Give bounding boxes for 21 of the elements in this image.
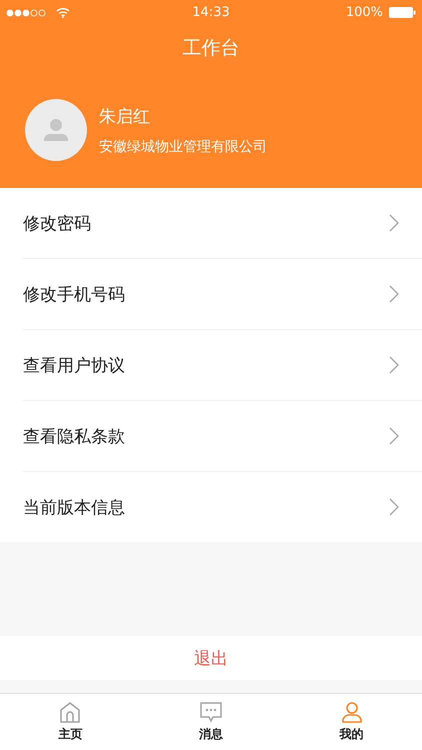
menu-item[interactable]: 查看隐私条款 bbox=[23, 401, 422, 472]
tab-bar-item[interactable]: 主页 bbox=[0, 694, 141, 750]
chevron-right-icon bbox=[389, 285, 399, 303]
menu-item[interactable]: 查看用户协议 bbox=[23, 330, 422, 401]
battery-percent: 100% bbox=[346, 5, 383, 20]
menu-item[interactable]: 修改手机号码 bbox=[23, 259, 422, 330]
chevron-right-icon bbox=[389, 214, 399, 232]
tab-bar-item[interactable]: 我的 bbox=[281, 694, 422, 750]
wifi-icon bbox=[56, 7, 70, 18]
user-name: 朱启红 bbox=[99, 106, 151, 128]
avatar-icon bbox=[25, 99, 87, 161]
menu-item[interactable]: 当前版本信息 bbox=[23, 472, 422, 542]
company-name: 安徽绿城物业管理有限公司 bbox=[99, 138, 267, 156]
status-time: 14:33 bbox=[192, 5, 230, 20]
battery-icon bbox=[389, 7, 416, 18]
page-title: 工作台 bbox=[182, 36, 240, 61]
chevron-right-icon bbox=[389, 498, 399, 516]
menu-item[interactable]: 修改密码 bbox=[23, 188, 422, 259]
chevron-right-icon bbox=[389, 427, 399, 445]
tab-bar-item[interactable]: 消息 bbox=[140, 694, 282, 750]
chevron-right-icon bbox=[389, 356, 399, 374]
